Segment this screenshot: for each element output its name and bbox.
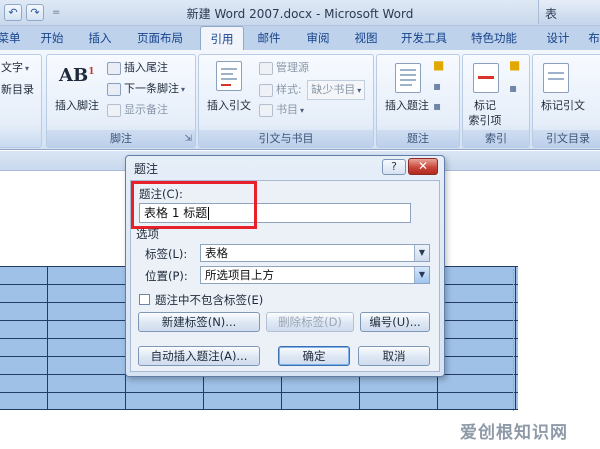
next-footnote-label: 下一条脚注 [124,82,179,95]
group-captions: ■ ▪ ▪ 插入题注 题注 [376,54,460,148]
help-button[interactable]: ? [382,159,406,175]
group-label-captions: 题注 [377,130,459,147]
show-notes-icon [107,103,121,117]
exclude-label-checkbox[interactable] [139,294,150,305]
group-index: ■ ▪ 标记 索引项 索引 [462,54,530,148]
tab-review[interactable]: 审阅 [298,26,338,50]
tab-menu[interactable]: 菜单 [0,26,26,50]
insert-caption-icon [395,63,421,93]
insert-footnote-icon: AB1 [59,65,95,86]
dialog-launcher-icon[interactable]: ⇲ [184,134,192,144]
add-text-label: 文字 [1,61,23,74]
manage-sources-button[interactable]: 管理源 [259,59,309,76]
group-label-citations: 引文与书目 [199,130,373,147]
ribbon: 文字 ▾ 新目录 AB1 插入脚注 插入尾注 下一条脚注 ▾ 显示备注 脚注 ⇲ 插… [0,50,600,150]
label-field-label: 标签(L): [145,247,188,261]
insert-index-icon[interactable]: ■ [509,58,520,72]
window-title: 新建 Word 2007.docx - Microsoft Word [186,7,414,21]
mark-entry-button[interactable]: 标记 [463,97,507,113]
group-toc: 文字 ▾ 新目录 [0,54,42,148]
insert-citation-button[interactable]: 插入引文 [201,97,257,113]
endnote-icon [107,61,121,75]
style-dropdown[interactable]: 缺少书目 ▾ [307,80,366,100]
bibliography-icon [259,103,273,117]
mark-citation-button[interactable]: 标记引文 [533,97,593,113]
delete-label-button[interactable]: 删除标签(D) [266,312,354,332]
watermark: 爱创根知识网 [460,423,568,443]
next-footnote-icon [107,82,121,96]
dialog-title: 题注 [134,162,159,176]
tab-developer[interactable]: 开发工具 [394,26,454,50]
contextual-tab-label: 表 [545,7,558,21]
table-resize-handle[interactable] [513,269,521,411]
next-footnote-button[interactable]: 下一条脚注 ▾ [107,80,185,97]
numbering-button[interactable]: 编号(U)... [360,312,430,332]
position-field-label: 位置(P): [145,269,188,283]
chevron-down-icon[interactable]: ▼ [414,245,429,261]
tab-layout[interactable]: 布 [584,26,600,50]
insert-table-of-figures-icon[interactable]: ■ [433,58,444,72]
exclude-label-text: 题注中不包含标签(E) [155,293,264,307]
style-icon [259,83,273,97]
tab-mailings[interactable]: 邮件 [250,26,288,50]
cancel-button[interactable]: 取消 [358,346,430,366]
insert-endnote-label: 插入尾注 [124,61,168,74]
tab-page-layout[interactable]: 页面布局 [128,26,192,50]
close-button[interactable]: ✕ [408,158,438,175]
group-footnotes: AB1 插入脚注 插入尾注 下一条脚注 ▾ 显示备注 脚注 ⇲ [46,54,196,148]
tab-special-features[interactable]: 特色功能 [462,26,526,50]
chevron-down-icon: ▾ [181,84,186,94]
tab-design[interactable]: 设计 [538,26,578,50]
insert-caption-button[interactable]: 插入题注 [377,97,437,113]
position-select-value: 所选项目上方 [205,268,274,282]
mark-entry-button-line2[interactable]: 索引项 [463,112,507,128]
autocaption-button[interactable]: 自动插入题注(A)... [138,346,260,366]
group-citations: 插入引文 管理源 样式: 缺少书目 ▾ 书目 ▾ 引文与书目 [198,54,374,148]
bibliography-label: 书目 [276,103,298,116]
tab-home[interactable]: 开始 [32,26,72,50]
chevron-down-icon: ▾ [357,85,362,95]
group-label-toa: 引文目录 [533,130,600,147]
contextual-tab-header: 表 [538,0,600,24]
position-select[interactable]: 所选项目上方 ▼ [200,266,430,284]
update-table-icon[interactable]: ▪ [433,79,441,93]
tab-view[interactable]: 视图 [346,26,386,50]
bibliography-button[interactable]: 书目 ▾ [259,101,304,118]
style-label: 样式: [276,83,302,96]
label-select[interactable]: 表格 ▼ [200,244,430,262]
insert-endnote-button[interactable]: 插入尾注 [107,59,168,76]
add-text-button[interactable]: 文字 ▾ [1,59,29,76]
manage-sources-label: 管理源 [276,61,309,74]
mark-entry-icon [473,63,499,93]
update-toc-button[interactable]: 新目录 [1,81,34,98]
show-notes-button[interactable]: 显示备注 [107,101,168,118]
insert-citation-icon [216,61,242,91]
mark-citation-icon [543,63,569,93]
style-value: 缺少书目 [311,83,356,96]
style-selector[interactable]: 样式: 缺少书目 ▾ [259,80,366,100]
insert-footnote-button[interactable]: 插入脚注 [51,97,103,113]
tab-references[interactable]: 引用 [200,26,244,51]
chevron-down-icon[interactable]: ▼ [414,267,429,283]
group-label-index: 索引 [463,130,529,147]
ok-button[interactable]: 确定 [278,346,350,366]
ribbon-tabs: 菜单 开始 插入 页面布局 引用 邮件 审阅 视图 开发工具 特色功能 设计 布 [0,26,600,51]
tab-insert[interactable]: 插入 [80,26,120,50]
title-bar: ↶ ↷ = 新建 Word 2007.docx - Microsoft Word… [0,0,600,26]
red-highlight-box [131,181,257,229]
update-index-icon[interactable]: ▪ [509,81,517,95]
options-group-label: 选项 [136,227,159,241]
chevron-down-icon: ▾ [300,105,305,115]
label-select-value: 表格 [205,246,228,260]
group-label-footnotes: 脚注 [47,130,195,147]
group-table-of-authorities: 标记引文 引文目录 [532,54,600,148]
show-notes-label: 显示备注 [124,103,168,116]
chevron-down-icon: ▾ [25,63,30,73]
manage-sources-icon [259,61,273,75]
new-label-button[interactable]: 新建标签(N)... [138,312,260,332]
